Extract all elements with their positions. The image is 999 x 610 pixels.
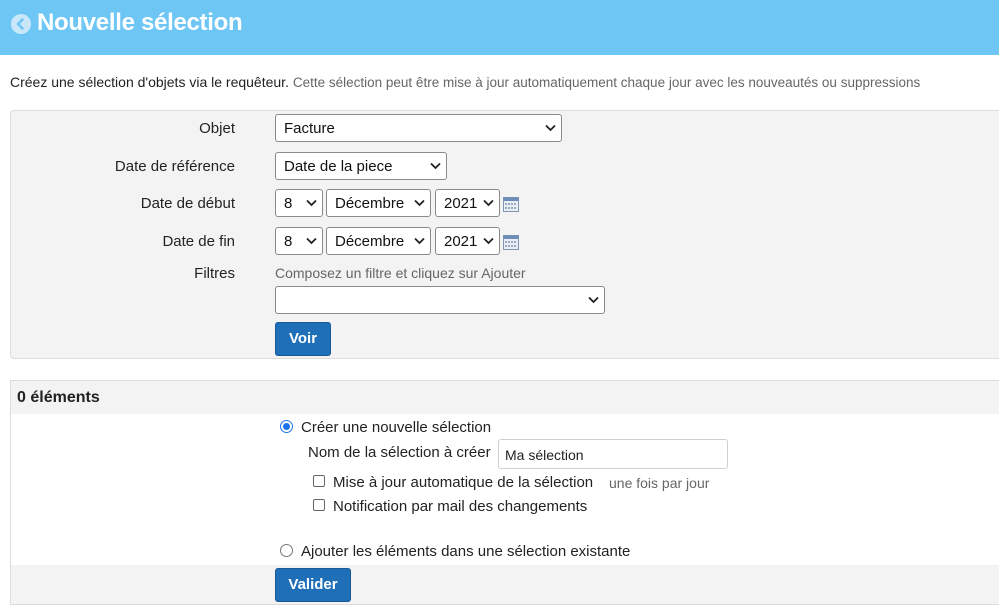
date-debut-label: Date de début	[140, 195, 235, 212]
results-count: 0 éléments	[17, 389, 100, 406]
notify-label: Notification par mail des changements	[333, 498, 588, 515]
date-fin-year-select[interactable]: 2021	[435, 227, 500, 255]
chevron-down-icon	[414, 237, 425, 245]
chevron-down-icon	[430, 162, 441, 170]
voir-button[interactable]: Voir	[275, 322, 331, 356]
notify-checkbox[interactable]	[313, 499, 325, 511]
date-debut-year-value: 2021	[444, 195, 478, 212]
selection-name-input[interactable]: Ma sélection	[498, 439, 728, 469]
page-title: Nouvelle sélection	[37, 9, 243, 36]
filtres-select[interactable]	[275, 286, 605, 314]
chevron-down-icon	[414, 199, 425, 207]
chevron-down-icon	[306, 237, 317, 245]
results-header: 0 éléments	[10, 380, 999, 414]
add-existing-radio[interactable]	[280, 544, 293, 557]
date-fin-day-select[interactable]: 8	[275, 227, 323, 255]
date-fin-label: Date de fin	[162, 233, 235, 250]
add-existing-label: Ajouter les éléments dans une sélection …	[301, 543, 631, 560]
auto-update-hint: une fois par jour	[609, 475, 710, 491]
back-icon[interactable]	[11, 14, 31, 34]
page-header: Nouvelle sélection	[0, 0, 999, 55]
chevron-down-icon	[588, 296, 599, 304]
create-new-label: Créer une nouvelle sélection	[301, 419, 492, 436]
date-fin-month-select[interactable]: Décembre	[326, 227, 431, 255]
name-label: Nom de la sélection à créer	[308, 444, 491, 461]
form-footer	[10, 565, 999, 605]
filtres-label: Filtres	[194, 265, 235, 282]
intro-text: Créez une sélection d'objets via le requ…	[10, 74, 920, 90]
create-new-radio[interactable]	[280, 420, 293, 433]
objet-select-value: Facture	[284, 120, 335, 137]
date-fin-year-value: 2021	[444, 233, 478, 250]
date-debut-day-value: 8	[284, 195, 293, 212]
date-debut-day-select[interactable]: 8	[275, 189, 323, 217]
intro-main: Créez une sélection d'objets via le requ…	[10, 74, 289, 90]
date-ref-select[interactable]: Date de la piece	[275, 152, 447, 180]
filtres-hint: Composez un filtre et cliquez sur Ajoute…	[275, 265, 526, 281]
objet-label: Objet	[199, 120, 235, 137]
selection-name-value: Ma sélection	[505, 447, 584, 463]
chevron-down-icon	[306, 199, 317, 207]
auto-update-label: Mise à jour automatique de la sélection	[333, 474, 594, 491]
date-debut-year-select[interactable]: 2021	[435, 189, 500, 217]
date-ref-label: Date de référence	[114, 158, 235, 175]
calendar-icon[interactable]	[503, 197, 519, 212]
date-fin-month-value: Décembre	[335, 233, 405, 250]
date-ref-select-value: Date de la piece	[284, 158, 393, 175]
date-fin-day-value: 8	[284, 233, 293, 250]
intro-sub: Cette sélection peut être mise à jour au…	[292, 75, 921, 90]
calendar-icon[interactable]	[503, 235, 519, 250]
chevron-down-icon	[483, 237, 494, 245]
date-debut-month-select[interactable]: Décembre	[326, 189, 431, 217]
objet-select[interactable]: Facture	[275, 114, 562, 142]
chevron-down-icon	[483, 199, 494, 207]
valider-button[interactable]: Valider	[275, 568, 351, 602]
date-debut-month-value: Décembre	[335, 195, 405, 212]
chevron-down-icon	[545, 124, 556, 132]
auto-update-checkbox[interactable]	[313, 475, 325, 487]
